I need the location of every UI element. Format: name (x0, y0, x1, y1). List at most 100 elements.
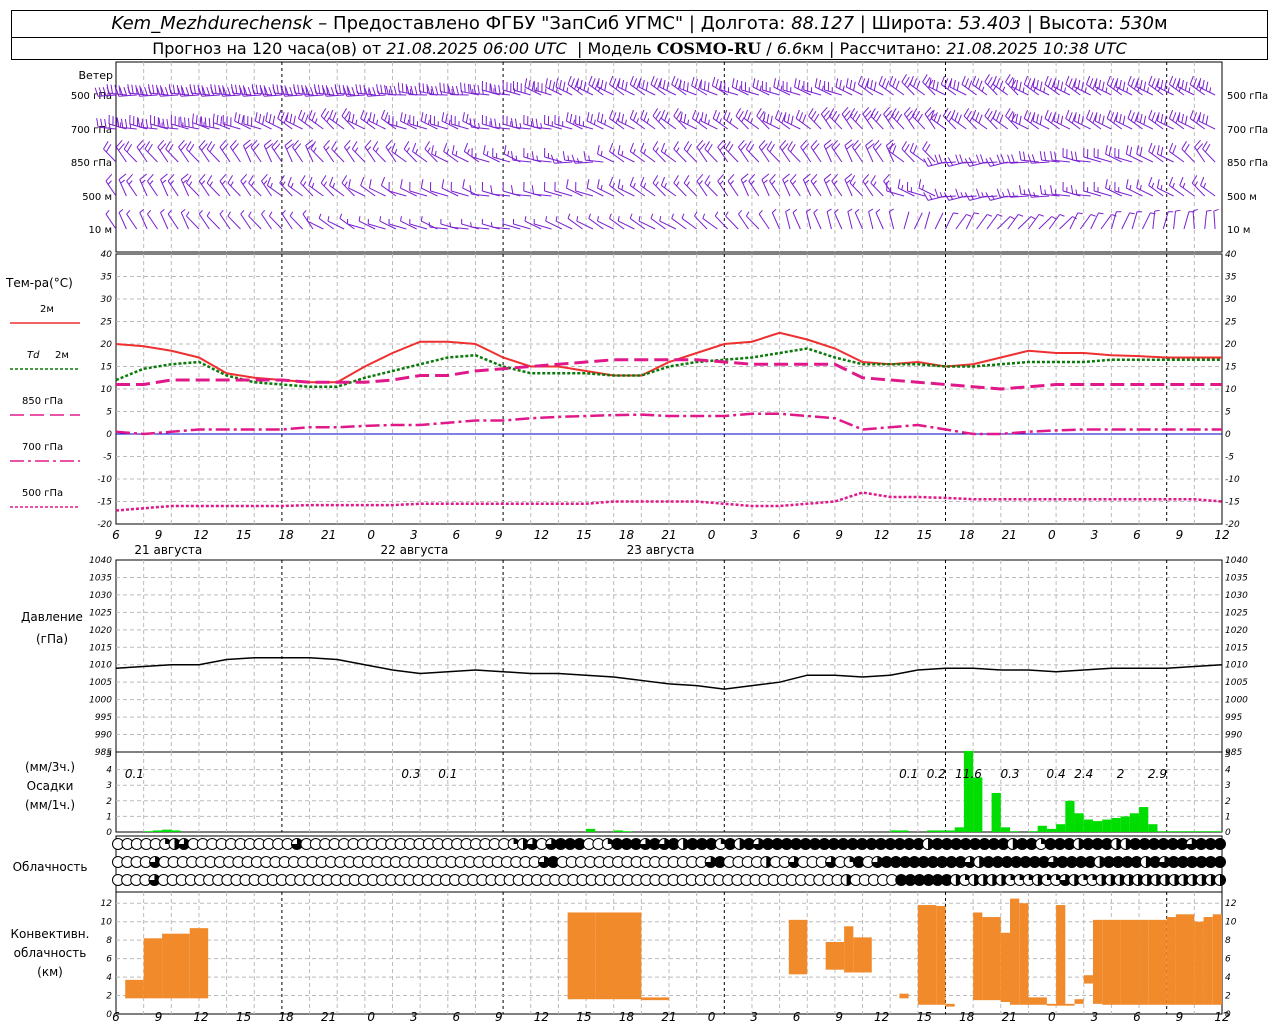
temp-tick-left: 15 (101, 363, 113, 373)
barb-feather (248, 175, 254, 184)
barb-feather (810, 173, 818, 182)
barb-feather (975, 112, 980, 121)
barb-feather (646, 118, 650, 124)
barb-feather (792, 180, 797, 185)
barb-feather (1154, 209, 1160, 212)
meteogram-chart: Ветер 500 гПа 500 гПа 700 гПа 700 гПа 850 гПа… (5, 61, 1268, 1024)
wind-barb (800, 139, 812, 163)
wind-barb (115, 139, 127, 163)
temp-tick-left: 40 (101, 250, 113, 260)
barb-feather (144, 141, 151, 150)
barb-shaft (403, 148, 418, 163)
wind-barb (1148, 142, 1164, 163)
barb-feather (617, 145, 621, 155)
barb-shaft (429, 226, 448, 230)
barb-feather (341, 108, 348, 117)
wind-barb (888, 142, 905, 163)
barb-feather (756, 79, 759, 89)
barb-feather (676, 110, 682, 120)
barb-feather (738, 110, 744, 120)
barb-feather (227, 175, 233, 184)
precip-tick-left: 5 (106, 750, 112, 760)
wind-barb (271, 139, 283, 163)
barb-feather (698, 143, 706, 151)
barb-feather (1039, 81, 1043, 91)
barb-feather (1077, 212, 1083, 215)
barb-shaft (250, 146, 262, 163)
precip-total-label: 2 (1117, 767, 1125, 781)
barb-feather (1127, 109, 1132, 119)
barb-feather (206, 175, 213, 184)
barb-feather (841, 106, 849, 115)
barb-shaft (700, 88, 718, 96)
barb-feather (139, 209, 144, 213)
barb-feather (761, 143, 768, 151)
wind-barb (650, 213, 666, 230)
conv-bar (1028, 997, 1047, 1005)
barb-shaft (826, 211, 832, 230)
time-tick-top: 6 (793, 528, 801, 542)
barb-feather (963, 108, 970, 117)
barb-feather (443, 142, 448, 152)
barb-shaft (683, 182, 698, 197)
wind-barb (810, 139, 822, 163)
barb-feather (912, 145, 918, 154)
conv-bar (595, 912, 642, 1000)
wind-barb (1168, 109, 1185, 130)
barb-shaft (118, 212, 127, 230)
barb-feather (812, 180, 817, 185)
barb-feather (302, 181, 307, 187)
barb-feather (570, 78, 575, 87)
barb-feather (686, 181, 690, 187)
barb-feather (727, 173, 735, 182)
barb-feather (1098, 113, 1102, 123)
barb-feather (1181, 141, 1187, 150)
wind-barb (331, 141, 345, 163)
precip-bar (143, 831, 153, 832)
barb-feather (897, 179, 901, 189)
barb-shaft (854, 212, 864, 230)
precip-bar (1083, 819, 1093, 832)
barb-shaft (901, 81, 915, 96)
wind-barb (650, 75, 666, 96)
barb-shaft (1204, 211, 1208, 230)
wind-level-label-right: 500 м (1227, 192, 1257, 203)
barb-feather (1181, 113, 1184, 123)
barb-feather (364, 139, 372, 148)
barb-shaft (360, 185, 376, 197)
barb-feather (1036, 113, 1039, 123)
wind-barb (940, 75, 957, 96)
precip-total-label: 2.4 (1074, 767, 1093, 781)
wind-barb (1044, 75, 1060, 96)
barb-feather (989, 157, 995, 166)
barb-feather (147, 173, 154, 182)
barb-feather (320, 108, 327, 117)
barb-feather (1039, 151, 1043, 161)
precip-bar (162, 829, 172, 832)
temp-tick-right: 30 (1225, 295, 1237, 305)
barb-feather (230, 84, 234, 94)
conv-bar (1102, 919, 1121, 1005)
barb-feather (220, 116, 223, 126)
wind-barb (640, 176, 656, 197)
wind-barb (1148, 176, 1164, 197)
wind-barb (186, 175, 200, 197)
precip-bar (586, 828, 596, 832)
barb-feather (966, 213, 972, 217)
wind-barb (146, 173, 158, 197)
barb-feather (671, 75, 676, 85)
barb-feather (339, 213, 343, 219)
wind-barb (792, 209, 801, 230)
wind-barb (808, 108, 822, 130)
barb-shaft (320, 182, 335, 197)
wind-barb (771, 209, 781, 230)
barb-shaft (146, 180, 158, 197)
barb-shaft (758, 213, 770, 230)
wind-barb (248, 211, 262, 230)
barb-feather (1070, 151, 1074, 161)
time-tick-bottom: 21 (661, 1010, 676, 1024)
barb-feather (633, 112, 638, 121)
barb-feather (1086, 75, 1091, 85)
barb-feather (157, 139, 165, 148)
barb-feather (729, 118, 733, 124)
